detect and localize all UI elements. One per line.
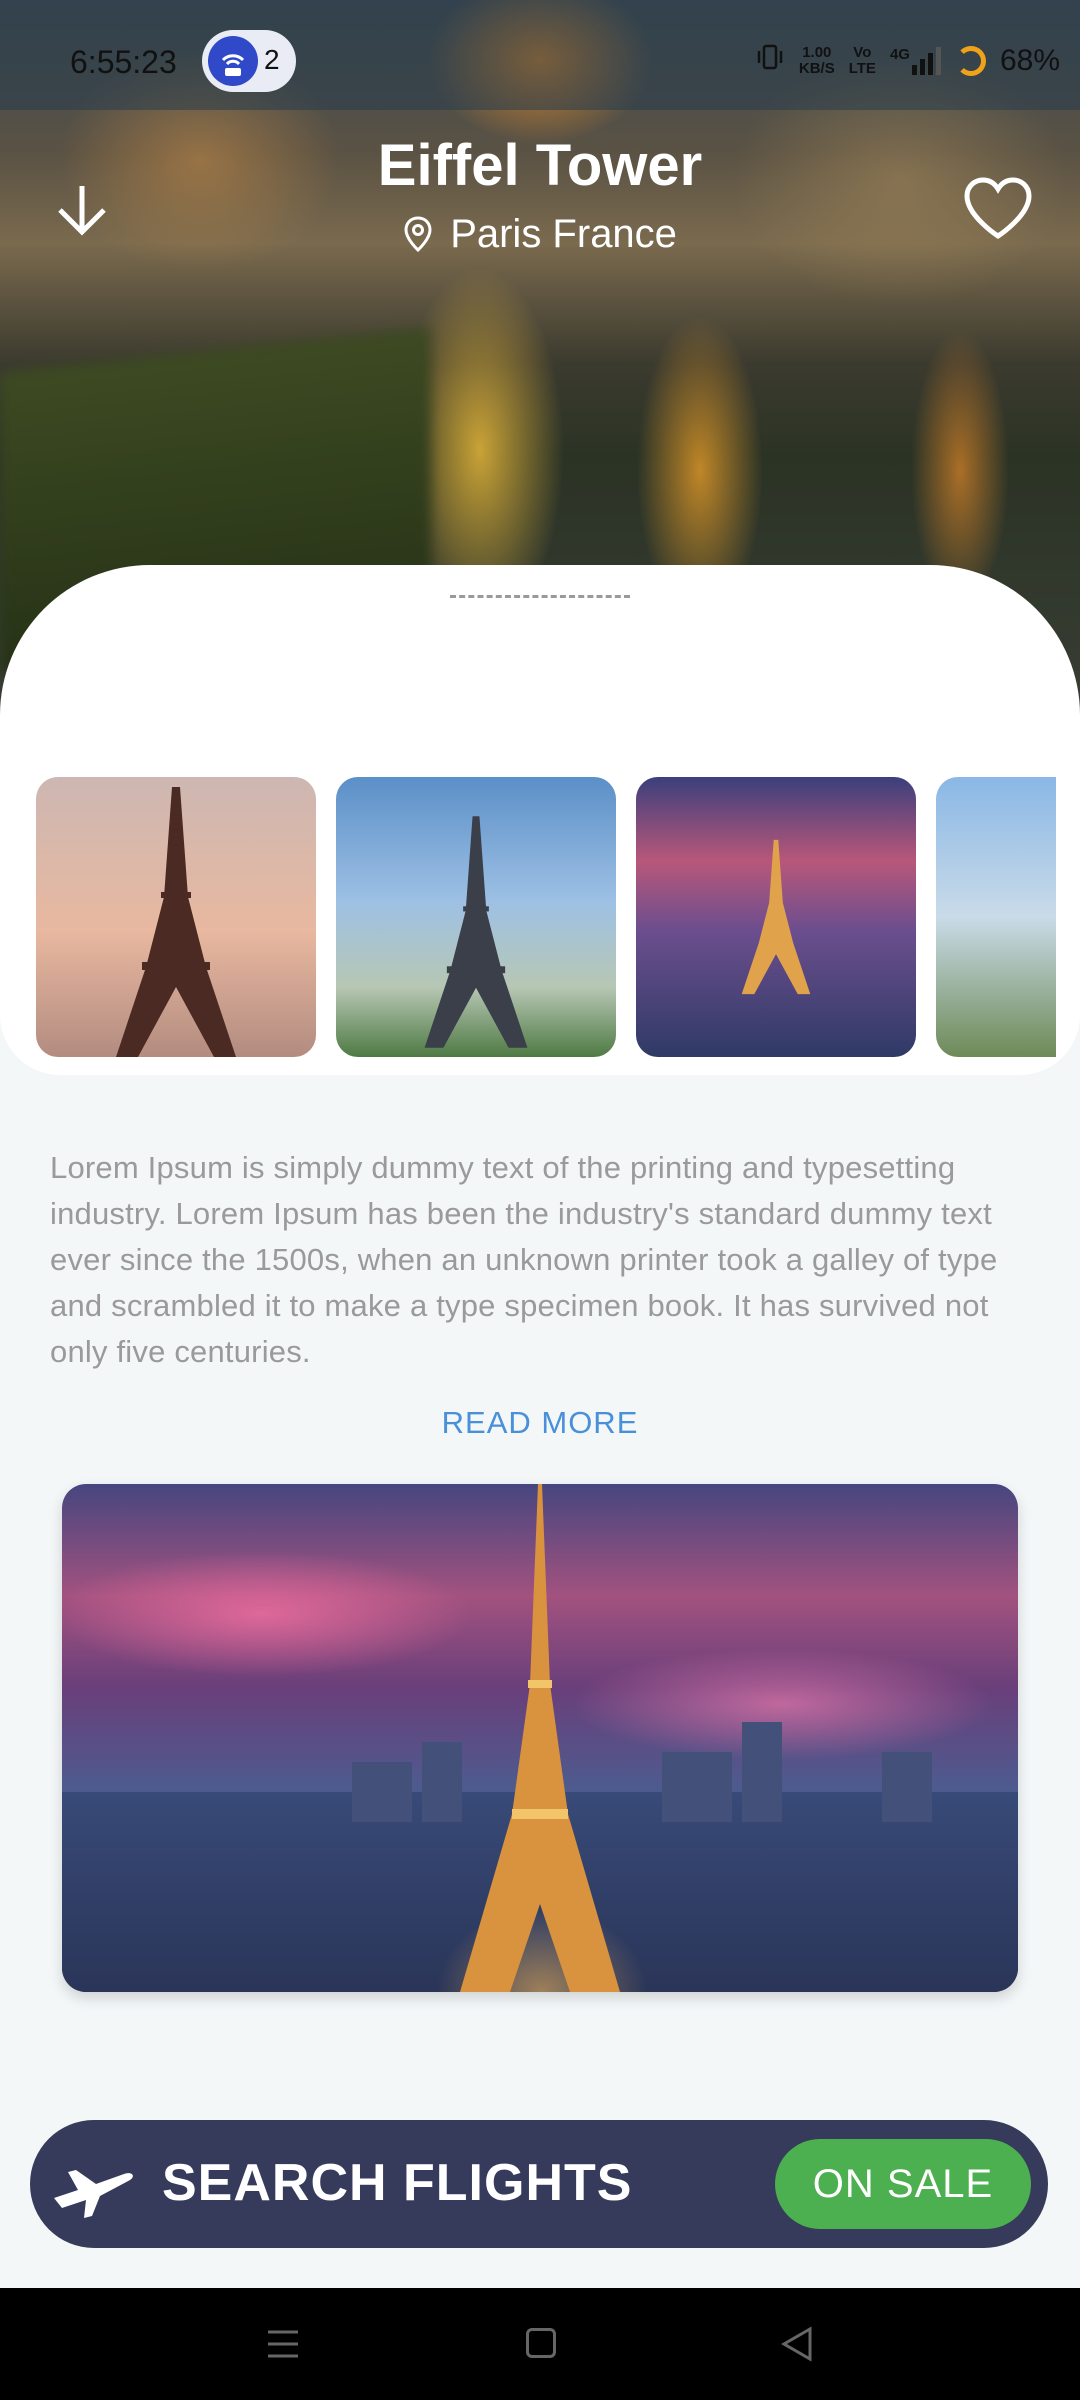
network-type: 4G xyxy=(889,46,910,63)
network-speed: 1.00 KB/S xyxy=(799,45,835,77)
notification-pill[interactable]: 2 xyxy=(202,30,296,92)
gallery-thumb-eiffel-tower-dusk-city-photo[interactable] xyxy=(636,777,916,1057)
page-title: Eiffel Tower xyxy=(377,133,703,198)
eiffel-tower-illustration xyxy=(460,1484,620,1992)
wifi-hotspot-icon xyxy=(208,36,258,86)
vibrate-icon xyxy=(755,42,785,80)
location-line: Paris France xyxy=(0,212,1080,257)
gallery-thumb-eiffel-tower-side-photo[interactable] xyxy=(936,777,1056,1057)
back-nav-icon[interactable] xyxy=(780,2326,814,2362)
read-more-link[interactable]: READ MORE xyxy=(0,1405,1080,1441)
gallery-strip[interactable] xyxy=(36,777,1056,1059)
gallery-thumb-eiffel-tower-daytime-photo[interactable] xyxy=(336,777,616,1057)
description-text: Lorem Ipsum is simply dummy text of the … xyxy=(50,1150,998,1369)
featured-image-eiffel-tower-night-skyline-photo xyxy=(62,1484,1018,1992)
search-flights-bar[interactable]: SEARCH FLIGHTS ON SALE xyxy=(30,2120,1048,2248)
system-navigation-bar xyxy=(0,2288,1080,2400)
notification-count: 2 xyxy=(264,44,280,75)
network-speed-unit: KB/S xyxy=(798,60,835,77)
sheet-drag-handle[interactable] xyxy=(450,595,630,599)
battery-level: 68% xyxy=(999,44,1060,77)
battery-icon xyxy=(955,46,986,76)
menu-nav-icon[interactable] xyxy=(266,2328,300,2360)
status-bar: 6:55:23 2 1.00 KB/S Vo LTE 4G 68% xyxy=(0,0,1080,110)
signal-icon: 4G xyxy=(890,47,942,75)
volte-indicator: Vo LTE xyxy=(849,45,876,77)
on-sale-button[interactable]: ON SALE xyxy=(775,2139,1031,2229)
volte-top: Vo xyxy=(853,44,872,61)
location-pin-icon xyxy=(403,212,450,256)
network-speed-value: 1.00 xyxy=(802,44,832,61)
search-flights-label: SEARCH FLIGHTS xyxy=(162,2154,633,2212)
location-text: Paris France xyxy=(450,212,677,256)
heart-icon[interactable] xyxy=(962,176,1034,242)
home-nav-icon[interactable] xyxy=(526,2328,556,2358)
volte-bottom: LTE xyxy=(848,60,876,77)
airplane-icon xyxy=(48,2150,138,2220)
status-time: 6:55:23 xyxy=(70,44,177,80)
gallery-thumb-eiffel-tower-sunset-photo[interactable] xyxy=(36,777,316,1057)
system-icons: 1.00 KB/S Vo LTE 4G 68% xyxy=(755,42,1060,80)
